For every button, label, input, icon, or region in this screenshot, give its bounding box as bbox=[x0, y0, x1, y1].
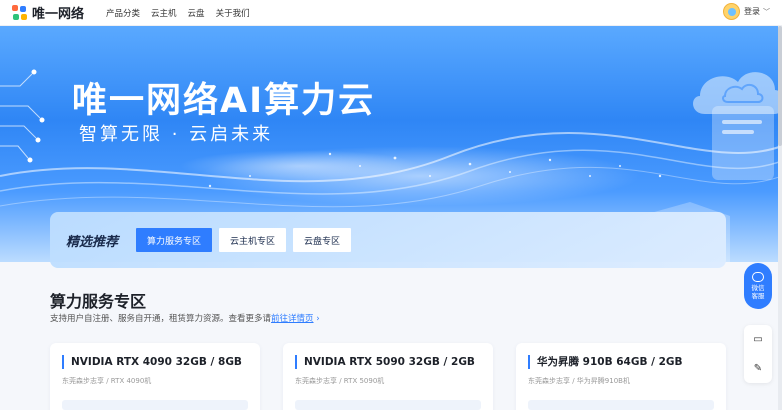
floating-toolbar: ▭ ✎ bbox=[744, 325, 772, 383]
card-spec-bar bbox=[62, 400, 248, 410]
nav-item-about[interactable]: 关于我们 bbox=[216, 7, 250, 19]
top-header: 唯一网络 产品分类 云主机 云盘 关于我们 登录 ﹀ bbox=[0, 0, 782, 26]
card-title: 华为昇腾 910B 64GB / 2GB bbox=[528, 355, 714, 369]
user-menu[interactable]: 登录 ﹀ bbox=[723, 3, 770, 20]
nav-item-cloud-disk[interactable]: 云盘 bbox=[188, 7, 205, 19]
card-title: NVIDIA RTX 4090 32GB / 8GB bbox=[62, 355, 248, 369]
product-card[interactable]: NVIDIA RTX 5090 32GB / 2GB 东莞森步志享 / RTX … bbox=[283, 343, 493, 410]
chevron-down-icon: ﹀ bbox=[763, 7, 770, 16]
card-subtitle: 东莞森步志享 / RTX 4090机 bbox=[62, 377, 152, 385]
nav-item-cloud-host[interactable]: 云主机 bbox=[151, 7, 177, 19]
chat-bubble-icon bbox=[752, 272, 764, 282]
tab-cloud-disk[interactable]: 云盘专区 bbox=[293, 228, 352, 252]
tab-compute-service[interactable]: 算力服务专区 bbox=[136, 228, 213, 252]
banner-title: 唯一网络AI算力云 bbox=[72, 81, 376, 121]
details-link[interactable]: 前往详情页 bbox=[271, 314, 314, 324]
product-card[interactable]: NVIDIA RTX 4090 32GB / 8GB 东莞森步志享 / RTX … bbox=[50, 343, 260, 410]
message-icon[interactable]: ▭ bbox=[752, 334, 764, 346]
login-link[interactable]: 登录 bbox=[744, 6, 760, 17]
page: 唯一网络 产品分类 云主机 云盘 关于我们 登录 ﹀ 唯一网络AI算力云 智算无… bbox=[0, 0, 782, 410]
main-nav: 产品分类 云主机 云盘 关于我们 bbox=[106, 7, 261, 19]
logo[interactable]: 唯一网络 bbox=[12, 3, 84, 22]
product-card[interactable]: 华为昇腾 910B 64GB / 2GB 东莞森步志享 / 华为昇腾910B机 bbox=[516, 343, 726, 410]
wechat-service-button[interactable]: 微信 客服 bbox=[744, 263, 772, 309]
banner-subtitle: 智算无限 · 云启未来 bbox=[79, 124, 274, 145]
brand-name: 唯一网络 bbox=[32, 7, 85, 22]
section-desc-text: 支持用户自注册、服务自开通，租赁算力资源。查看更多请 bbox=[50, 314, 272, 324]
card-spec-bar bbox=[295, 400, 481, 410]
chevron-right-icon: › bbox=[316, 314, 320, 324]
card-subtitle: 东莞森步志享 / 华为昇腾910B机 bbox=[528, 377, 630, 385]
card-subtitle: 东莞森步志享 / RTX 5090机 bbox=[295, 377, 385, 385]
section-title: 算力服务专区 bbox=[50, 292, 147, 311]
logo-icon bbox=[12, 4, 28, 21]
card-spec-bar bbox=[528, 400, 714, 410]
wechat-service-label-line2: 客服 bbox=[751, 292, 765, 300]
tab-cloud-host[interactable]: 云主机专区 bbox=[219, 228, 287, 252]
avatar[interactable] bbox=[723, 3, 740, 20]
wechat-service-label-line1: 微信 bbox=[751, 284, 765, 292]
nav-item-product-category[interactable]: 产品分类 bbox=[106, 7, 140, 19]
section-description: 支持用户自注册、服务自开通，租赁算力资源。查看更多请前往详情页 › bbox=[50, 312, 320, 324]
card-title: NVIDIA RTX 5090 32GB / 2GB bbox=[295, 355, 481, 369]
scrollbar-thumb[interactable] bbox=[778, 26, 782, 146]
page-scrollbar[interactable] bbox=[778, 26, 782, 410]
edit-icon[interactable]: ✎ bbox=[752, 363, 764, 375]
recommend-bar: 精选推荐 算力服务专区 云主机专区 云盘专区 bbox=[50, 212, 726, 268]
recommend-title: 精选推荐 bbox=[66, 234, 119, 250]
